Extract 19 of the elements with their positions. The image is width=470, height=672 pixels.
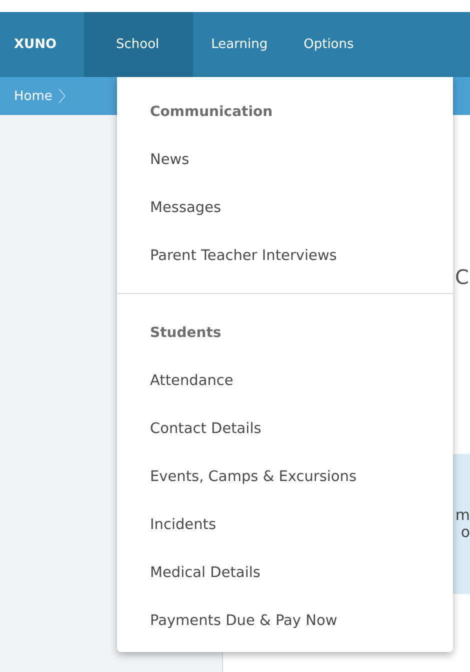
section-heading: Students (150, 324, 222, 343)
menu-item[interactable]: Attendance (150, 357, 234, 405)
menu-item[interactable]: Medical Details (150, 549, 260, 597)
nav-tab[interactable]: Options (286, 12, 372, 77)
menu-item[interactable]: Contact Details (150, 405, 262, 453)
menu-item[interactable]: Messages (150, 184, 222, 232)
section-heading: Communication (150, 103, 274, 122)
body-text: m (455, 507, 470, 524)
nav-tab[interactable]: Learning (193, 12, 286, 77)
menu-item[interactable]: News (150, 136, 190, 184)
menu-item[interactable]: Payments Due & Pay Now (150, 597, 338, 645)
nav-tab[interactable]: School (84, 12, 194, 77)
menu-item[interactable]: Events, Camps & Excursions (150, 453, 357, 501)
chevron-icon (58, 88, 66, 104)
heading-text: C (455, 265, 469, 289)
body-text: o (460, 524, 470, 541)
logo: XUNO (13, 36, 58, 54)
menu-item[interactable]: Parent Teacher Interviews (150, 232, 337, 280)
menu-item[interactable]: Incidents (150, 501, 216, 549)
